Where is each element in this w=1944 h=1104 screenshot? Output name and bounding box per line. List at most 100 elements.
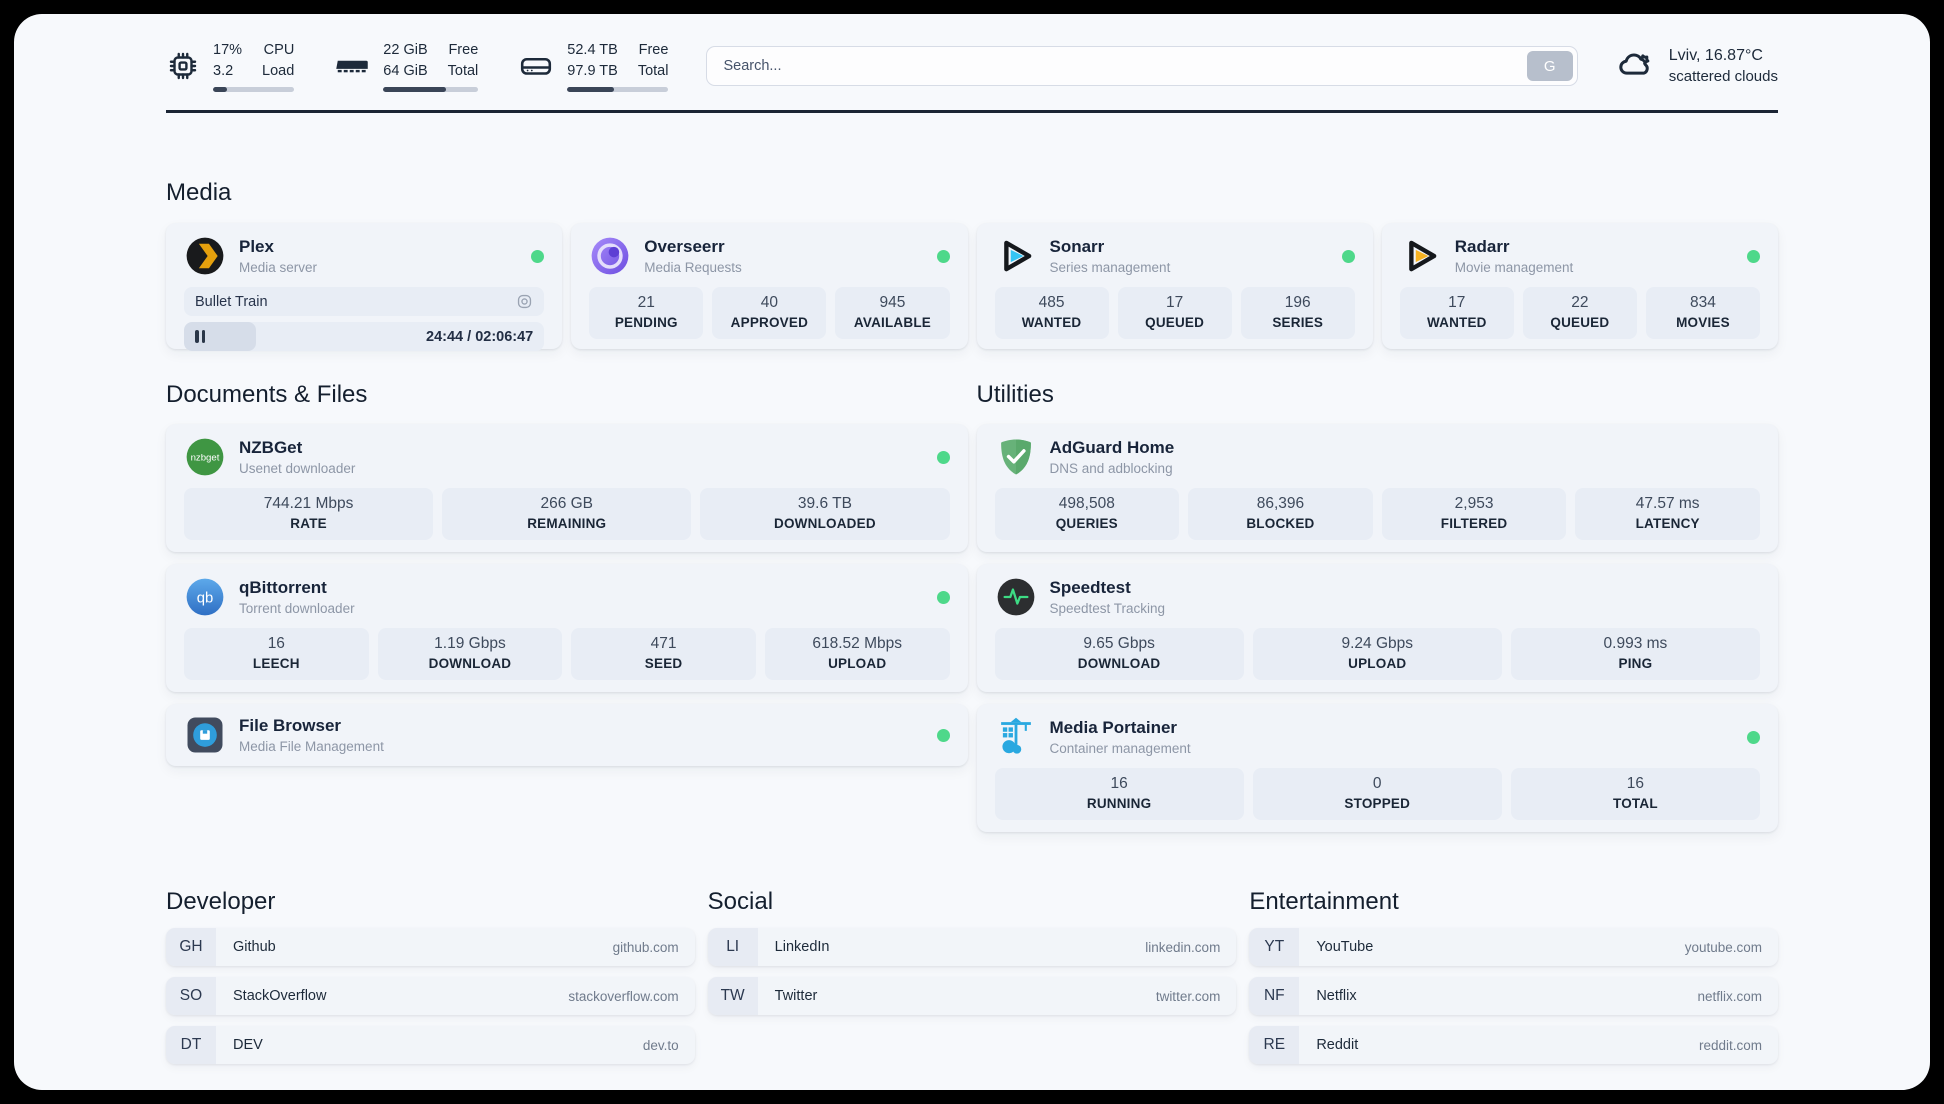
cpu-usage-value: 17% [213, 42, 243, 59]
disk-total-value: 97.9 TB [567, 62, 618, 79]
overseerr-icon [589, 235, 631, 277]
search-input[interactable] [706, 46, 1578, 86]
cpu-load-value: 3.2 [213, 62, 234, 79]
speedtest-icon [995, 576, 1037, 618]
pause-icon [195, 330, 205, 343]
bookmark-url: twitter.com [1155, 988, 1221, 1004]
search-engine-button[interactable]: G [1526, 51, 1573, 81]
bookmark-github[interactable]: GH Github github.com [166, 928, 695, 966]
nzbget-icon: nzbget [184, 436, 226, 478]
weather-location-temp: Lviv, 16.87°C [1668, 47, 1763, 65]
bookmark-url: stackoverflow.com [568, 988, 679, 1004]
cpu-progress-bar [213, 86, 295, 92]
app-card-radarr[interactable]: Radarr Movie management 17 WANTED 22 QUE… [1381, 223, 1778, 349]
stat-available: 945 AVAILABLE [835, 287, 950, 339]
bookmark-netflix[interactable]: NF Netflix netflix.com [1249, 977, 1778, 1015]
stat-filtered: 2,953 FILTERED [1381, 488, 1567, 540]
sonarr-icon [995, 235, 1037, 277]
bookmarks-developer: Developer GH Github github.com SO StackO… [166, 888, 695, 1064]
bookmarks-social: Social LI LinkedIn linkedin.com TW Twitt… [707, 888, 1237, 1064]
memory-stat: 22 GiB 64 GiB Free Total [334, 40, 479, 92]
app-card-adguard[interactable]: AdGuard Home DNS and adblocking 498,508 … [976, 424, 1778, 552]
cpu-usage-label: CPU [263, 42, 295, 59]
app-title: Overseerr [644, 236, 725, 256]
now-playing-row: Bullet Train [184, 287, 545, 316]
status-dot-online [936, 450, 950, 464]
section-title-utilities: Utilities [976, 381, 1054, 408]
app-subtitle: Torrent downloader [239, 601, 355, 617]
app-title: Radarr [1454, 236, 1510, 256]
ram-icon [334, 48, 370, 84]
status-dot-online [1341, 249, 1355, 263]
stat-series: 196 SERIES [1240, 287, 1355, 339]
stat-pending: 21 PENDING [589, 287, 704, 339]
top-bar: 17% 3.2 CPU Load 22 GiB 64 GiB Free Tota… [166, 36, 1778, 96]
app-subtitle: Container management [1049, 741, 1191, 757]
stat-rate: 744.21 Mbps RATE [184, 488, 434, 540]
app-title: qBittorrent [239, 577, 327, 597]
cpu-load-label: Load [262, 62, 295, 79]
stat-remaining: 266 GB REMAINING [442, 488, 692, 540]
bookmark-reddit[interactable]: RE Reddit reddit.com [1249, 1026, 1778, 1064]
radarr-icon [1400, 235, 1442, 277]
memory-total-label: Total [447, 62, 479, 79]
cloud-icon [1616, 44, 1656, 89]
cpu-stat: 17% 3.2 CPU Load [166, 40, 295, 92]
memory-free-label: Free [448, 42, 479, 59]
bookmark-name: Github [233, 939, 276, 955]
app-subtitle: Series management [1049, 260, 1171, 276]
bookmark-abbr: DT [166, 1026, 216, 1064]
app-card-sonarr[interactable]: Sonarr Series management 485 WANTED 17 Q… [976, 223, 1373, 349]
stat-movies: 834 MOVIES [1645, 287, 1760, 339]
app-subtitle: Speedtest Tracking [1049, 601, 1166, 617]
playback-progress-row: 24:44 / 02:06:47 [184, 322, 545, 351]
disk-icon [518, 48, 554, 84]
bookmark-url: dev.to [642, 1037, 679, 1053]
memory-total-value: 64 GiB [383, 62, 428, 79]
section-title-social: Social [707, 888, 774, 915]
app-card-speedtest[interactable]: Speedtest Speedtest Tracking 9.65 Gbps D… [976, 564, 1778, 692]
app-card-plex[interactable]: Plex Media server Bullet Train 24:44 / 0… [166, 223, 563, 351]
stat-wanted: 17 WANTED [1399, 287, 1514, 339]
stat-wanted: 485 WANTED [994, 287, 1109, 339]
bookmark-dev[interactable]: DT DEV dev.to [166, 1026, 695, 1064]
playback-time: 24:44 / 02:06:47 [426, 328, 534, 345]
bookmark-name: LinkedIn [774, 939, 830, 955]
app-card-portainer[interactable]: Media Portainer Container management 16 … [976, 704, 1778, 832]
bookmark-abbr: NF [1249, 977, 1300, 1015]
app-card-qbittorrent[interactable]: qb qBittorrent Torrent downloader 16 LEE… [166, 564, 968, 692]
stat-approved: 40 APPROVED [712, 287, 827, 339]
svg-text:nzbget: nzbget [191, 453, 220, 464]
stat-download: 9.65 Gbps DOWNLOAD [994, 628, 1244, 680]
stat-upload: 9.24 Gbps UPLOAD [1252, 628, 1502, 680]
section-title-media: Media [166, 179, 232, 206]
disk-free-label: Free [638, 42, 669, 59]
section-title-documents: Documents & Files [166, 381, 368, 408]
app-title: File Browser [239, 715, 342, 735]
app-subtitle: Usenet downloader [239, 461, 356, 477]
app-title: AdGuard Home [1049, 437, 1175, 457]
adguard-icon [995, 436, 1037, 478]
disk-stat: 52.4 TB 97.9 TB Free Total [518, 40, 669, 92]
now-playing-title: Bullet Train [195, 293, 268, 310]
documents-column: Documents & Files nzbget NZBGet Usenet d… [166, 381, 968, 778]
header-divider [166, 110, 1778, 113]
weather-condition: scattered clouds [1668, 67, 1778, 85]
svg-text:qb: qb [197, 590, 214, 606]
bookmark-abbr: SO [166, 977, 216, 1015]
bookmark-abbr: RE [1249, 1026, 1300, 1064]
memory-progress-bar [383, 86, 479, 92]
plex-icon [184, 235, 226, 277]
app-card-nzbget[interactable]: nzbget NZBGet Usenet downloader 744.21 M… [166, 424, 968, 552]
bookmark-youtube[interactable]: YT YouTube youtube.com [1249, 928, 1778, 966]
app-card-overseerr[interactable]: Overseerr Media Requests 21 PENDING 40 A… [571, 223, 968, 349]
bookmark-url: netflix.com [1697, 988, 1762, 1004]
app-card-filebrowser[interactable]: File Browser Media File Management [166, 704, 968, 766]
bookmark-url: linkedin.com [1145, 939, 1221, 955]
bookmark-twitter[interactable]: TW Twitter twitter.com [707, 977, 1237, 1015]
bookmark-stackoverflow[interactable]: SO StackOverflow stackoverflow.com [166, 977, 695, 1015]
bookmark-linkedin[interactable]: LI LinkedIn linkedin.com [707, 928, 1237, 966]
app-title: Plex [239, 236, 274, 256]
status-dot-online [936, 728, 950, 742]
section-title-entertainment: Entertainment [1249, 888, 1399, 915]
